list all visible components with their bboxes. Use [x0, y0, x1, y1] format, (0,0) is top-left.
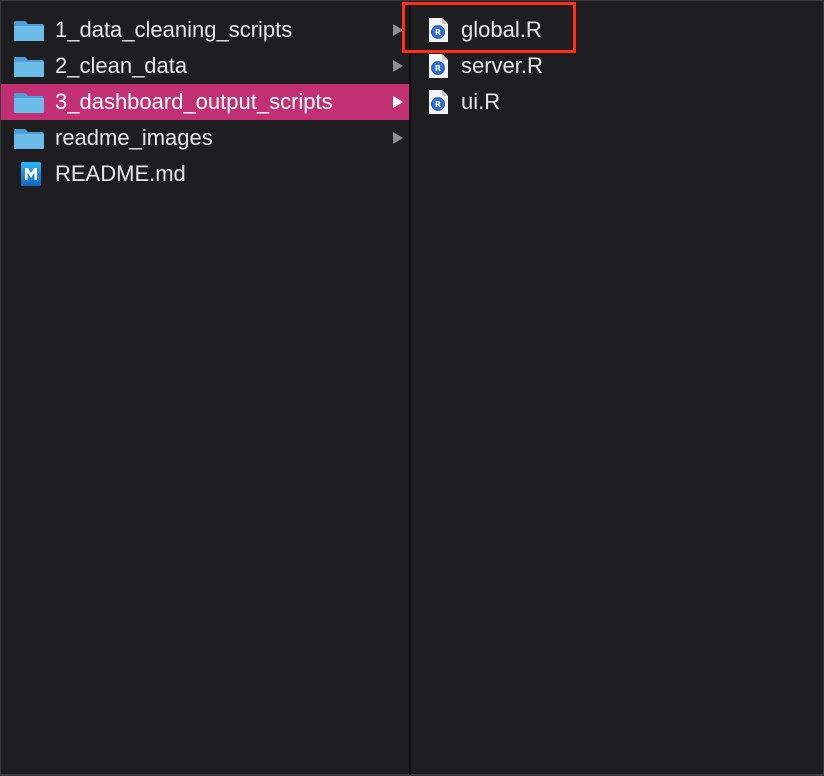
file-row-readme-md[interactable]: README.md — [1, 156, 409, 192]
file-label: server.R — [461, 53, 543, 78]
folder-contents-column[interactable]: R global.R R server.R R ui.R — [402, 2, 823, 767]
folder-icon — [13, 56, 45, 78]
r-file-icon: R — [427, 89, 449, 115]
svg-text:R: R — [435, 64, 441, 73]
r-file-icon: R — [427, 17, 449, 43]
folder-label: 2_clean_data — [55, 53, 188, 78]
file-label: global.R — [461, 17, 542, 42]
folder-row-2-clean-data[interactable]: 2_clean_data — [1, 48, 409, 84]
file-label: README.md — [55, 161, 186, 186]
svg-text:R: R — [435, 28, 441, 37]
markdown-file-icon — [20, 161, 42, 187]
folder-row-3-dashboard-output-scripts[interactable]: 3_dashboard_output_scripts — [1, 84, 409, 120]
folder-label: 3_dashboard_output_scripts — [55, 89, 333, 114]
folder-label: readme_images — [55, 125, 213, 150]
folder-icon — [13, 92, 45, 114]
folder-row-readme-images[interactable]: readme_images — [1, 120, 409, 156]
folder-icon — [13, 20, 45, 42]
r-file-icon: R — [427, 53, 449, 79]
disclosure-arrow-icon — [393, 24, 403, 36]
finder-column-view: 1_data_cleaning_scripts 2_clean_data 3_d… — [0, 0, 824, 776]
folder-label: 1_data_cleaning_scripts — [55, 17, 293, 42]
disclosure-arrow-icon — [393, 96, 403, 108]
file-row-global-r[interactable]: R global.R — [402, 2, 823, 53]
file-label: ui.R — [461, 89, 501, 114]
file-row-ui-r[interactable]: R ui.R — [411, 84, 823, 120]
disclosure-arrow-icon — [393, 132, 403, 144]
disclosure-arrow-icon — [393, 60, 403, 72]
folder-row-1-data-cleaning-scripts[interactable]: 1_data_cleaning_scripts — [1, 12, 409, 48]
svg-text:R: R — [435, 100, 441, 109]
parent-folder-column[interactable]: 1_data_cleaning_scripts 2_clean_data 3_d… — [1, 12, 409, 767]
folder-icon — [13, 128, 45, 150]
file-row-server-r[interactable]: R server.R — [411, 48, 823, 84]
